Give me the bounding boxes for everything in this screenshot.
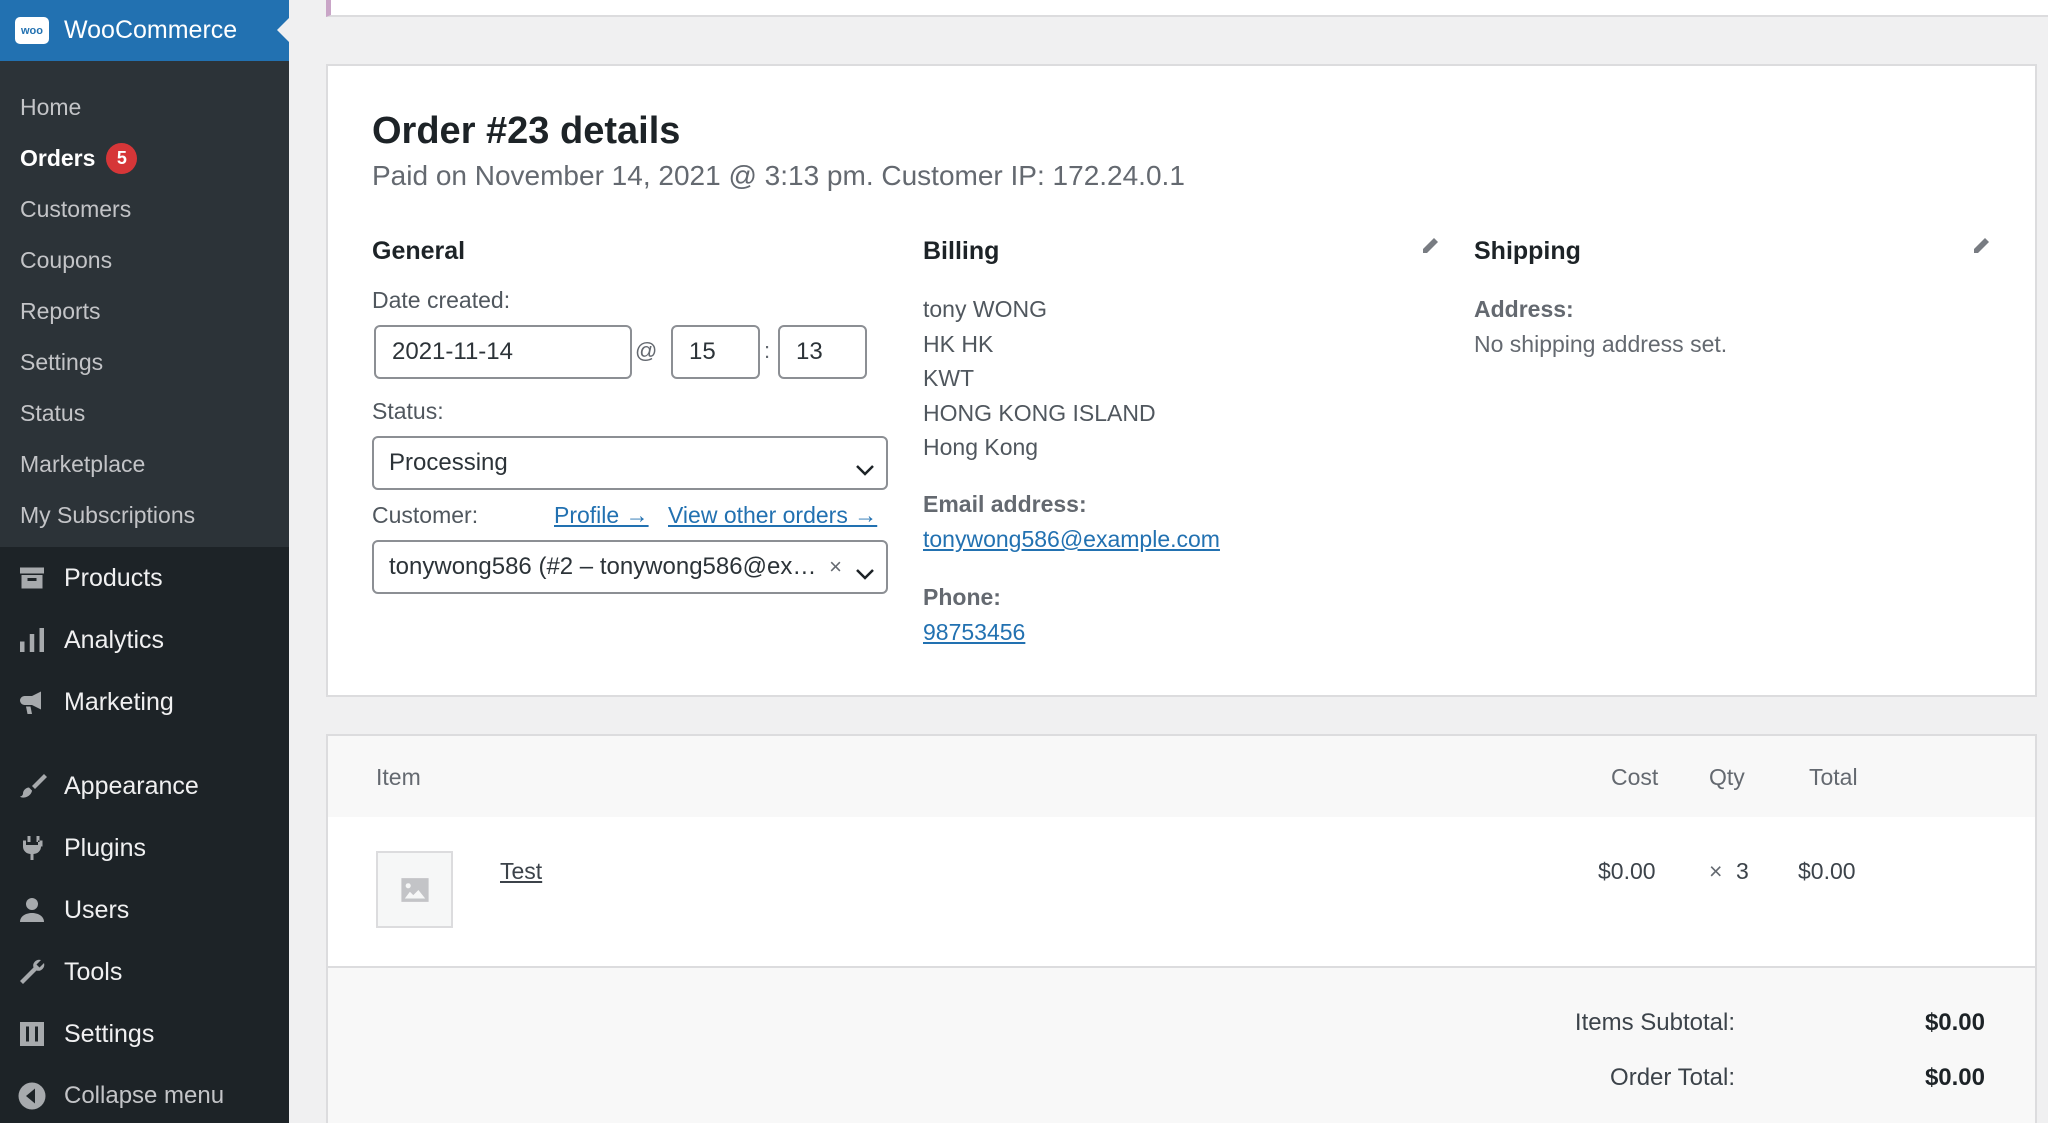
customer-label: Customer: <box>372 502 479 528</box>
billing-address-line: KWT <box>923 365 975 391</box>
submenu-item-customers[interactable]: Customers <box>0 184 289 235</box>
submenu-item-coupons[interactable]: Coupons <box>0 235 289 286</box>
submenu-item-home[interactable]: Home <box>0 82 289 133</box>
menu-item-marketing[interactable]: Marketing <box>0 671 289 733</box>
date-created-input[interactable]: 2021-11-14 <box>374 325 632 379</box>
billing-heading: Billing <box>923 237 1000 265</box>
billing-address-line: tony WONG <box>923 296 1047 322</box>
submenu-item-orders[interactable]: Orders 5 <box>0 133 289 184</box>
qty-multiply-sign: × <box>1709 858 1723 884</box>
chevron-down-icon <box>856 455 874 476</box>
billing-email-label: Email address: <box>923 491 1087 517</box>
menu-item-analytics[interactable]: Analytics <box>0 609 289 671</box>
woocommerce-menu-header[interactable]: woo WooCommerce <box>0 0 289 61</box>
view-other-orders-link[interactable]: View other orders → <box>668 502 877 529</box>
item-column-header[interactable]: Item <box>376 764 421 791</box>
admin-sidebar: woo WooCommerce Home Orders 5 Customers C… <box>0 0 289 1123</box>
collapse-arrow-icon <box>15 1080 48 1113</box>
menu-item-tools[interactable]: Tools <box>0 941 289 1003</box>
submenu-item-status[interactable]: Status <box>0 388 289 439</box>
customer-select[interactable]: tonywong586 (#2 – tonywong586@ex… × <box>372 540 888 594</box>
time-colon: : <box>764 338 771 363</box>
order-items-panel: Item Cost Qty Total Test $0.00 × 3 $0.00… <box>326 734 2037 1123</box>
general-heading: General <box>372 237 466 265</box>
chevron-down-icon <box>856 559 874 580</box>
order-totals: Items Subtotal: $0.00 Order Total: $0.00 <box>328 966 2035 1123</box>
status-label: Status: <box>372 398 444 424</box>
orders-count-badge: 5 <box>106 143 138 174</box>
shipping-address-label: Address: <box>1474 296 1574 322</box>
customer-profile-link[interactable]: Profile → <box>554 502 649 529</box>
edit-billing-pencil-icon[interactable] <box>1420 236 1440 256</box>
items-table-header: Item Cost Qty Total <box>328 736 2035 817</box>
wrench-icon <box>15 956 48 989</box>
paintbrush-icon <box>15 770 48 803</box>
billing-phone-link[interactable]: 98753456 <box>923 619 1025 646</box>
billing-phone-label: Phone: <box>923 584 1001 610</box>
menu-item-products[interactable]: Products <box>0 547 289 609</box>
at-separator: @ <box>635 338 658 363</box>
submenu-item-settings[interactable]: Settings <box>0 337 289 388</box>
menu-item-plugins[interactable]: Plugins <box>0 817 289 879</box>
collapse-menu-button[interactable]: Collapse menu <box>0 1065 289 1123</box>
menu-item-appearance[interactable]: Appearance <box>0 755 289 817</box>
order-total-value: $0.00 <box>1924 1064 1985 1091</box>
woocommerce-submenu: Home Orders 5 Customers Coupons Reports S… <box>0 61 289 547</box>
archive-icon <box>15 562 48 595</box>
item-cost: $0.00 <box>1598 858 1656 884</box>
current-menu-pointer <box>277 18 289 42</box>
items-subtotal-label: Items Subtotal: <box>1574 1009 1735 1036</box>
minute-input[interactable]: 13 <box>778 325 867 379</box>
order-data-panel: Order #23 details Paid on November 14, 2… <box>326 64 2037 697</box>
order-total-label: Order Total: <box>1610 1064 1735 1091</box>
shipping-heading: Shipping <box>1474 237 1581 265</box>
woo-logo-icon: woo <box>15 17 49 44</box>
product-name-link[interactable]: Test <box>500 858 542 885</box>
shipping-address-value: No shipping address set. <box>1474 331 1728 357</box>
item-qty: 3 <box>1736 858 1749 884</box>
user-icon <box>15 894 48 927</box>
megaphone-icon <box>15 686 48 719</box>
order-title: Order #23 details <box>372 110 681 152</box>
woocommerce-menu-label: WooCommerce <box>64 16 238 44</box>
menu-item-settings[interactable]: Settings <box>0 1003 289 1065</box>
clear-customer-icon[interactable]: × <box>829 554 842 580</box>
billing-address-line: Hong Kong <box>923 434 1039 460</box>
edit-shipping-pencil-icon[interactable] <box>1971 236 1991 256</box>
order-payment-meta: Paid on November 14, 2021 @ 3:13 pm. Cus… <box>372 160 1185 191</box>
submenu-item-marketplace[interactable]: Marketplace <box>0 439 289 490</box>
billing-address-line: HONG KONG ISLAND <box>923 400 1156 426</box>
product-thumbnail <box>376 851 453 928</box>
cost-column-header[interactable]: Cost <box>1611 764 1658 791</box>
billing-address-line: HK HK <box>923 331 994 357</box>
sliders-icon <box>15 1018 48 1051</box>
hour-input[interactable]: 15 <box>671 325 760 379</box>
plug-icon <box>15 832 48 865</box>
items-subtotal-value: $0.00 <box>1924 1009 1985 1036</box>
submenu-item-reports[interactable]: Reports <box>0 286 289 337</box>
total-column-header[interactable]: Total <box>1809 764 1858 791</box>
menu-item-users[interactable]: Users <box>0 879 289 941</box>
billing-email-link[interactable]: tonywong586@example.com <box>923 526 1220 553</box>
submenu-item-my-subscriptions[interactable]: My Subscriptions <box>0 490 289 541</box>
item-total: $0.00 <box>1798 858 1856 884</box>
date-created-label: Date created: <box>372 287 511 313</box>
admin-notice-strip <box>326 0 2048 17</box>
image-placeholder-icon <box>400 877 429 902</box>
qty-column-header[interactable]: Qty <box>1709 764 1745 791</box>
order-status-select[interactable]: Processing <box>372 436 888 490</box>
bar-chart-icon <box>15 624 48 657</box>
admin-main-menu: Products Analytics Marketing Appearance … <box>0 547 289 1123</box>
